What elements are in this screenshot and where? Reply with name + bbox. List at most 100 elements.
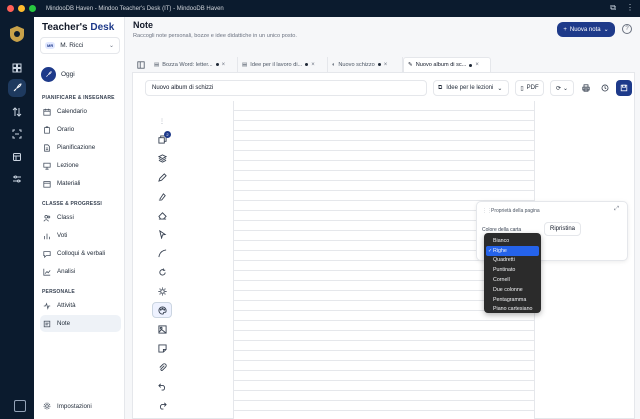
sidebar-item-settings[interactable]: Impostazioni: [40, 402, 92, 410]
dashboard-icon[interactable]: [8, 59, 26, 77]
extension-icon[interactable]: ⧉: [610, 3, 616, 13]
rotate-icon[interactable]: [152, 264, 172, 280]
note-icon: [43, 320, 51, 327]
eraser-icon[interactable]: [152, 207, 172, 223]
user-switcher[interactable]: MR M. Ricci ⌄: [40, 37, 120, 54]
drag-handle-icon[interactable]: ⋮: [152, 113, 172, 129]
sliders-icon[interactable]: [8, 170, 26, 188]
section-heading-personal: PERSONALE: [42, 289, 75, 295]
document-icon: ▤: [242, 61, 248, 68]
tab-nuovo-album[interactable]: ✎ Nuovo album di sc... ×: [403, 57, 491, 72]
sync-button[interactable]: ⟳ ⌄: [550, 80, 574, 96]
chevron-down-icon: ⌄: [603, 27, 609, 33]
layers-copy-icon[interactable]: 2: [152, 131, 172, 147]
layers-icon[interactable]: [152, 150, 172, 166]
sidebar-item-analisi[interactable]: Analisi: [40, 263, 121, 280]
editor-toolbar: Nuovo album di schizzi ⧉ Idee per le lez…: [139, 80, 632, 96]
sidebar-item-pianificazione[interactable]: Pianificazione: [40, 139, 121, 156]
chevron-down-icon: ⌄: [108, 43, 114, 49]
page-title: Note: [133, 20, 153, 30]
attachment-icon[interactable]: [152, 359, 172, 375]
paper-option-piano-cartesiano[interactable]: Piano cartesiano: [484, 305, 541, 315]
sidebar-item-classi[interactable]: Classi: [40, 209, 121, 226]
drawing-toolbar: ⋮ 2: [152, 118, 172, 418]
cursor-icon[interactable]: [152, 226, 172, 242]
chevron-down-icon: ⌄: [497, 85, 503, 92]
close-tab-icon[interactable]: ×: [475, 62, 479, 68]
palette-icon[interactable]: [152, 302, 172, 318]
image-icon[interactable]: [152, 321, 172, 337]
file-icon: ▯: [520, 85, 524, 92]
paper-option-cornell[interactable]: Cornell: [484, 275, 541, 285]
bar-chart-icon: [44, 233, 50, 239]
save-button[interactable]: [616, 80, 632, 96]
scan-icon[interactable]: [8, 125, 26, 143]
help-icon[interactable]: ?: [622, 24, 632, 34]
transfer-icon[interactable]: [8, 103, 26, 121]
brightness-icon[interactable]: [152, 283, 172, 299]
notebook-select[interactable]: ⧉ Idee per le lezioni ⌄: [433, 80, 509, 96]
reset-button[interactable]: Ripristina: [544, 222, 581, 236]
maximize-window-button[interactable]: [29, 5, 36, 12]
close-tab-icon[interactable]: ×: [384, 62, 388, 68]
close-tab-icon[interactable]: ×: [222, 62, 226, 68]
gear-icon: [43, 402, 51, 410]
database-icon[interactable]: [8, 148, 26, 166]
sidebar-item-note[interactable]: Note: [40, 315, 121, 332]
app-logo-icon: [10, 26, 24, 42]
edit-icon: ✎: [408, 62, 413, 68]
sidebar-toggle-icon[interactable]: [132, 57, 150, 72]
paper-option-bianco[interactable]: Bianco: [484, 236, 541, 246]
unsaved-dot: [469, 63, 473, 67]
note-title-input[interactable]: Nuovo album di schizzi: [145, 80, 427, 96]
paper-option-quadretti[interactable]: Quadretti: [484, 256, 541, 266]
checkmark-icon: ✓: [488, 247, 493, 254]
sidebar-item-attivita[interactable]: Attività: [40, 297, 121, 314]
sidebar-item-colloqui[interactable]: Colloqui & verbali: [40, 245, 121, 262]
trend-icon: [43, 268, 51, 276]
section-heading-classes: CLASSE & PROGRESSI: [42, 201, 102, 207]
sidebar-item-orario[interactable]: Orario: [40, 121, 121, 138]
app-brand: Teacher's Desk: [42, 22, 115, 33]
rocket-icon: [41, 66, 56, 82]
sidebar-item-materiali[interactable]: Materiali: [40, 175, 121, 192]
highlighter-icon[interactable]: [152, 188, 172, 204]
close-tab-icon[interactable]: ×: [311, 62, 315, 68]
history-icon[interactable]: [597, 80, 613, 96]
print-icon[interactable]: [578, 80, 594, 96]
main-content: Note Raccogli note personali, bozze e id…: [125, 17, 640, 419]
paper-option-pentagramma[interactable]: Pentagramma: [484, 295, 541, 305]
curve-icon[interactable]: [152, 245, 172, 261]
sidebar-item-oggi[interactable]: Oggi: [40, 65, 120, 83]
paper-option-puntinato[interactable]: Puntinato: [484, 265, 541, 275]
paper-option-due-colonne[interactable]: Due colonne: [484, 285, 541, 295]
chevron-down-icon: ⌄: [563, 85, 569, 92]
new-note-button[interactable]: + Nuova nota ⌄: [557, 22, 615, 37]
undo-icon[interactable]: [152, 378, 172, 394]
document-icon: ▤: [154, 61, 160, 68]
pencil-icon[interactable]: [152, 169, 172, 185]
tab-idee-lavoro[interactable]: ▤ Idee per il lavoro di... ×: [238, 57, 328, 72]
unsaved-dot: [305, 63, 309, 66]
redo-icon[interactable]: [152, 397, 172, 413]
sidebar-item-calendario[interactable]: Calendario: [40, 103, 121, 120]
pdf-button[interactable]: ▯ PDF: [515, 80, 544, 96]
sidebar-item-voti[interactable]: Voti: [40, 227, 121, 244]
collapse-sidebar-icon[interactable]: [14, 400, 26, 412]
minimize-window-button[interactable]: [18, 5, 25, 12]
tab-bozza-word[interactable]: ▤ Bozza Word: letter... ×: [150, 57, 238, 72]
copy-icon: ⧉: [438, 84, 443, 91]
expand-icon[interactable]: ⤢: [614, 206, 619, 213]
menu-icon[interactable]: ⋮: [626, 3, 634, 13]
rocket-icon[interactable]: [8, 79, 26, 97]
tab-nuovo-schizzo[interactable]: ◐ Nuovo schizzo ×: [328, 57, 403, 72]
activity-icon: [43, 301, 51, 310]
paper-option-righe[interactable]: ✓ Righe: [486, 245, 539, 256]
sidebar-item-lezione[interactable]: Lezione: [40, 157, 121, 174]
close-window-button[interactable]: [7, 5, 14, 12]
window-titlebar: MindooDB Haven - Mindoo Teacher's Desk (…: [0, 0, 640, 17]
window-title: MindooDB Haven - Mindoo Teacher's Desk (…: [46, 5, 224, 12]
unsaved-dot: [215, 63, 219, 66]
panel-title: Proprietà della pagina: [491, 208, 540, 214]
sticky-note-icon[interactable]: [152, 340, 172, 356]
